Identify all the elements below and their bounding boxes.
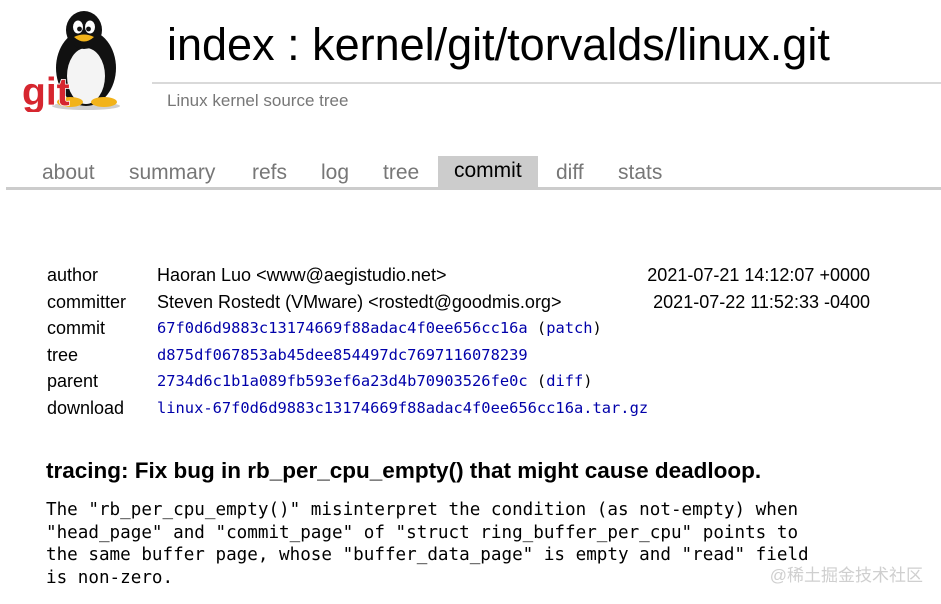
info-row-commit: commit 67f0d6d9883c13174669f88adac4f0ee6… [47, 315, 927, 342]
info-row-committer: committer Steven Rostedt (VMware) <roste… [47, 289, 927, 316]
diff-link[interactable]: diff [546, 372, 583, 390]
committer-date: 2021-07-22 11:52:33 -0400 [653, 291, 870, 312]
tab-tree[interactable]: tree [383, 158, 419, 188]
commit-value: 67f0d6d9883c13174669f88adac4f0ee656cc16a… [157, 315, 602, 341]
parent-value: 2734d6c1b1a089fb593ef6a23d4b70903526fe0c… [157, 368, 593, 394]
tab-about[interactable]: about [42, 158, 95, 188]
tree-value: d875df067853ab45dee854497dc7697116078239 [157, 342, 528, 368]
parent-hash-link[interactable]: 2734d6c1b1a089fb593ef6a23d4b70903526fe0c [157, 372, 528, 390]
tab-commit[interactable]: commit [438, 156, 538, 188]
open-paren: ( [536, 319, 547, 337]
close-paren: ) [592, 319, 602, 337]
commit-subject: tracing: Fix bug in rb_per_cpu_empty() t… [46, 458, 762, 483]
tab-summary[interactable]: summary [129, 158, 215, 188]
tab-log[interactable]: log [321, 158, 349, 188]
git-logo[interactable]: git [18, 8, 136, 112]
tree-label: tree [47, 344, 79, 365]
tab-bar: about summary refs log tree commit diff … [0, 156, 941, 188]
tree-hash-link[interactable]: d875df067853ab45dee854497dc7697116078239 [157, 346, 528, 364]
tabs-divider [6, 187, 941, 190]
watermark: @稀土掘金技术社区 [769, 566, 923, 585]
header-divider [152, 82, 941, 84]
info-row-author: author Haoran Luo <www@aegistudio.net> 2… [47, 262, 927, 289]
patch-link[interactable]: patch [546, 319, 592, 337]
tab-diff[interactable]: diff [556, 158, 584, 188]
parent-label: parent [47, 371, 99, 391]
author-label: author [47, 265, 99, 285]
open-paren: ( [536, 372, 547, 390]
author-value: Haoran Luo <www@aegistudio.net> [157, 265, 447, 285]
committer-value: Steven Rostedt (VMware) <rostedt@goodmis… [157, 291, 562, 312]
info-row-download: download linux-67f0d6d9883c13174669f88ad… [47, 395, 927, 422]
info-row-parent: parent 2734d6c1b1a089fb593ef6a23d4b70903… [47, 368, 927, 395]
commit-info-table: author Haoran Luo <www@aegistudio.net> 2… [47, 262, 927, 421]
tab-refs[interactable]: refs [252, 158, 287, 188]
download-label: download [47, 397, 125, 418]
close-paren: ) [583, 372, 593, 390]
download-tarball-link[interactable]: linux-67f0d6d9883c13174669f88adac4f0ee65… [157, 399, 648, 417]
info-row-tree: tree d875df067853ab45dee854497dc76971160… [47, 342, 927, 369]
repo-description: Linux kernel source tree [167, 91, 349, 110]
commit-label: commit [47, 318, 105, 338]
author-date: 2021-07-21 14:12:07 +0000 [647, 265, 870, 285]
committer-label: committer [47, 291, 127, 312]
tab-stats[interactable]: stats [618, 158, 662, 188]
repo-title: index : kernel/git/torvalds/linux.git [167, 19, 830, 70]
download-value: linux-67f0d6d9883c13174669f88adac4f0ee65… [157, 395, 648, 421]
logo-git-text: git [22, 71, 70, 112]
commit-hash-link[interactable]: 67f0d6d9883c13174669f88adac4f0ee656cc16a [157, 319, 528, 337]
